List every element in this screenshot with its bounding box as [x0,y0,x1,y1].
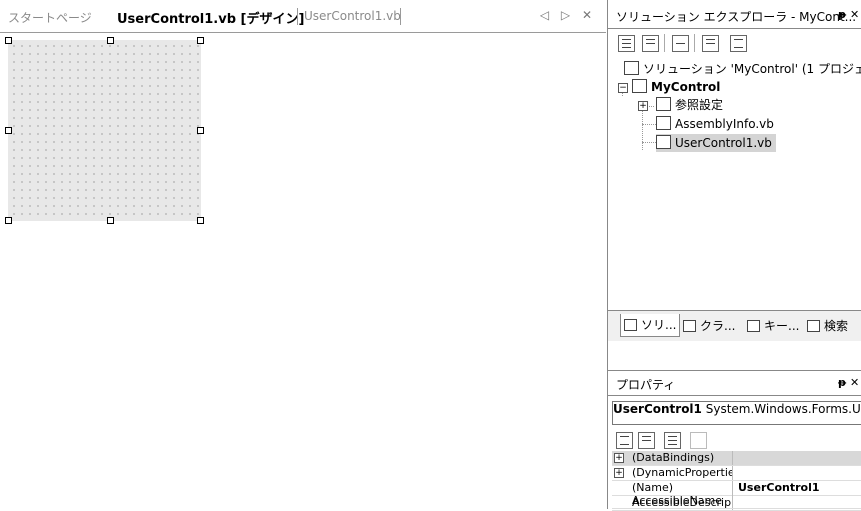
tree-node-project[interactable]: MyControl [632,78,720,96]
resize-handle-bottom-right[interactable] [197,217,204,224]
tab-separator [400,8,401,25]
solution-label: ソリューション 'MyControl' (1 プロジェクト [643,62,861,76]
properties-icon[interactable] [618,35,635,52]
expand-icon[interactable]: + [614,468,624,478]
designer-pane: スタートページ UserControl1.vb [デザイン] UserContr… [0,0,606,508]
solution-explorer-toolbar [608,30,861,58]
usercontrol-design-surface[interactable] [8,40,201,221]
tree-node-solution[interactable]: ソリューション 'MyControl' (1 プロジェクト [624,60,861,78]
solution-explorer-icon [624,319,637,331]
tab-usercontrol-code[interactable]: UserControl1.vb [304,9,401,23]
property-name: AccessibleName [632,494,733,508]
solution-tree: ソリューション 'MyControl' (1 プロジェクト − MyContro… [608,58,861,308]
property-name: (DataBindings) [632,451,733,465]
tab-solution-explorer[interactable]: ソリ... [620,314,681,337]
refresh-icon[interactable] [672,35,689,52]
tab-usercontrol-design[interactable]: UserControl1.vb [デザイン] [117,8,304,27]
solution-explorer-panel: ソリューション エクスプローラ - MyCont... ᵽ ✕ ソリューション … [607,0,861,370]
properties-title: プロパティ [616,378,676,392]
alphabetical-icon[interactable] [638,432,655,449]
tree-line [642,142,656,143]
property-pages-icon[interactable] [664,432,681,449]
tree-node-references[interactable]: 参照設定 [656,96,723,114]
search-icon [807,320,820,332]
tab-navigation-icons[interactable]: ◁ ▷ ✕ [540,8,596,22]
property-name: (Name) [632,481,733,495]
properties-title-bar: プロパティ ᵽ ✕ [608,371,861,396]
tab-label: キー... [764,319,800,333]
properties-panel: プロパティ ᵽ ✕ UserControl1 System.Windows.Fo… [607,370,861,511]
property-row[interactable]: AccessibleName [612,494,861,509]
object-selector-dropdown[interactable]: UserControl1 System.Windows.Forms.U [612,401,861,425]
events-icon[interactable] [690,432,707,449]
resize-handle-bottom-left[interactable] [5,217,12,224]
resize-handle-right[interactable] [197,127,204,134]
property-value[interactable]: UserControl1 [738,481,820,495]
vb-file-icon [656,116,671,130]
pin-icon[interactable]: ᵽ ✕ [838,376,859,389]
tree-line [642,124,656,125]
tab-index[interactable]: キー... [744,315,802,337]
assemblyinfo-label: AssemblyInfo.vb [675,117,774,131]
view-code-icon[interactable] [702,35,719,52]
categorized-icon[interactable] [616,432,633,449]
resize-handle-top-right[interactable] [197,37,204,44]
resize-handle-top[interactable] [107,37,114,44]
solution-explorer-title: ソリューション エクスプローラ - MyCont... [616,10,857,24]
tab-label: クラ... [700,319,736,333]
usercontrol-label: UserControl1.vb [675,136,772,150]
show-all-files-icon[interactable] [642,35,659,52]
vb-project-icon [632,79,647,93]
property-row[interactable]: + (DynamicPropertie [612,466,861,481]
tab-label: 検索 [824,319,849,333]
class-view-icon [683,320,696,332]
tab-separator [297,8,298,25]
references-label: 参照設定 [675,98,724,112]
tab-start-page[interactable]: スタートページ [8,9,92,26]
usercontrol-file-icon [656,135,671,149]
expand-references-icon[interactable]: + [638,101,648,111]
tab-search[interactable]: 検索 [804,315,851,337]
toolbar-separator [664,34,665,52]
resize-handle-top-left[interactable] [5,37,12,44]
properties-toolbar [608,427,861,451]
tab-class-view[interactable]: クラ... [680,315,738,337]
pin-icon[interactable]: ᵽ ✕ [838,8,859,21]
tree-node-assemblyinfo[interactable]: AssemblyInfo.vb [656,115,774,133]
property-name: (DynamicPropertie [632,466,733,480]
tool-window-tabs: ソリ... クラ... キー... 検索 [608,310,861,341]
help-icon [747,320,760,332]
solution-explorer-title-bar: ソリューション エクスプローラ - MyCont... ᵽ ✕ [608,0,861,29]
resize-handle-bottom[interactable] [107,217,114,224]
view-designer-icon[interactable] [730,35,747,52]
project-label: MyControl [651,80,721,94]
property-row[interactable]: + (DataBindings) [612,451,861,466]
object-name: UserControl1 [613,402,702,416]
tree-line [642,106,643,150]
tree-node-usercontrol[interactable]: UserControl1.vb [656,134,776,152]
solution-icon [624,61,639,75]
tab-label: ソリ... [641,318,677,332]
collapse-project-icon[interactable]: − [618,83,628,93]
toolbar-separator [694,34,695,52]
references-folder-icon [656,97,671,111]
document-tab-strip: スタートページ UserControl1.vb [デザイン] UserContr… [0,0,606,33]
resize-handle-left[interactable] [5,127,12,134]
expand-icon[interactable]: + [614,453,624,463]
object-type: System.Windows.Forms.U [705,402,861,416]
